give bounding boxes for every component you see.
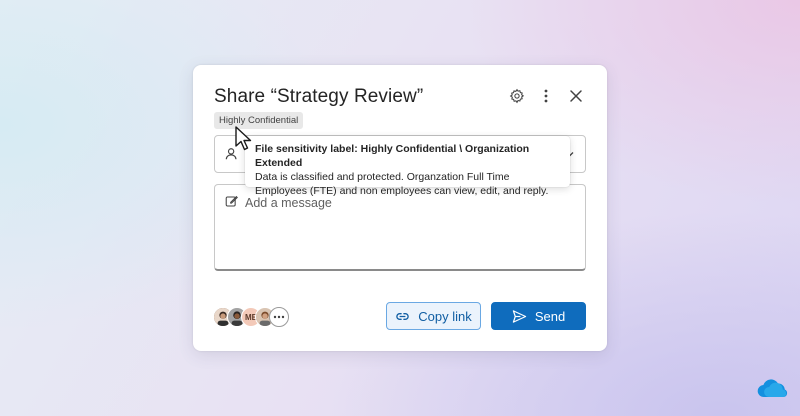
message-placeholder: Add a message xyxy=(245,196,332,210)
copy-link-label: Copy link xyxy=(418,308,472,324)
sensitivity-tooltip: File sensitivity label: Highly Confident… xyxy=(245,136,570,197)
send-icon xyxy=(512,309,527,323)
send-label: Send xyxy=(534,308,566,324)
gear-icon xyxy=(509,88,525,104)
tooltip-body: Data is classified and protected. Organz… xyxy=(255,171,549,197)
dialog-title: Share “Strategy Review” xyxy=(214,86,424,107)
sensitivity-badge[interactable]: Highly Confidential xyxy=(214,112,304,129)
onedrive-logo-icon xyxy=(757,379,788,398)
tooltip-title: File sensitivity label: Highly Confident… xyxy=(255,143,530,169)
more-vertical-icon xyxy=(544,89,548,103)
mouse-cursor-icon xyxy=(235,126,252,151)
link-icon xyxy=(396,312,409,320)
settings-button[interactable] xyxy=(506,85,528,107)
close-button[interactable] xyxy=(565,85,587,107)
more-horizontal-icon xyxy=(273,315,285,319)
share-dialog: Share “Strategy Review” Highly Confident… xyxy=(193,65,607,351)
more-people-button[interactable] xyxy=(269,307,289,327)
more-options-button[interactable] xyxy=(535,85,557,107)
close-icon xyxy=(570,90,582,102)
copy-link-button[interactable]: Copy link xyxy=(386,302,481,330)
edit-icon xyxy=(225,195,238,207)
send-button[interactable]: Send xyxy=(491,302,586,330)
